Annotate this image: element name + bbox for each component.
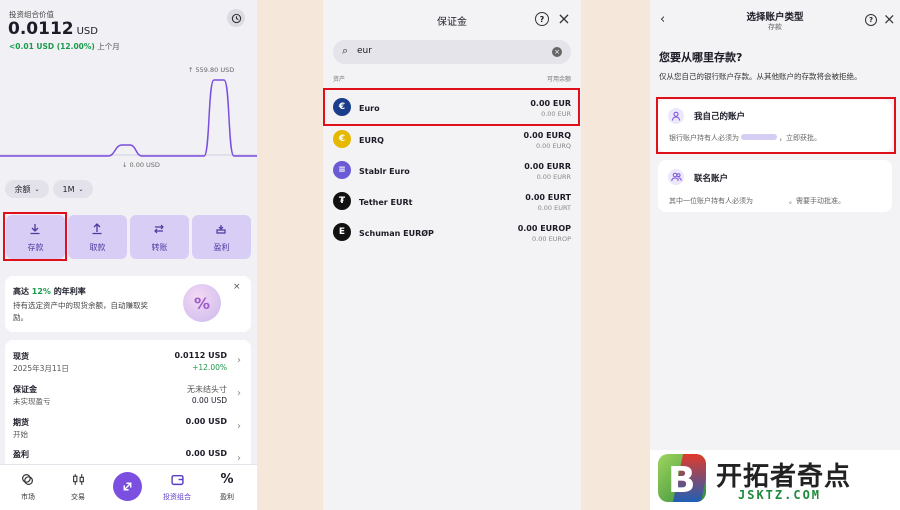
asset-row[interactable]: € EURQ 0.00 EURQ 0.00 EURQ <box>323 124 581 155</box>
balance-row-value: 0.00 USD <box>185 449 227 458</box>
asset-value: 0.00 EURQ <box>523 131 571 140</box>
asset-row[interactable]: ₮ Tether EURt 0.00 EURT 0.00 EURT <box>323 186 581 217</box>
watermark-banner: B 开拓者奇点 JSKTZ.COM <box>650 450 900 510</box>
currency-coin-icon: ≡ <box>333 161 351 179</box>
balance-row-change: 0.00 USD <box>191 396 227 405</box>
nav-portfolio[interactable]: 投资组合 <box>157 492 197 502</box>
currency-coin-icon: € <box>333 130 351 148</box>
account-panel: ‹ 选择账户类型 存款 ? × 您要从哪里存款? 仅从您自己的银行账户存款。从其… <box>650 0 900 510</box>
nav-market[interactable]: 市场 <box>8 492 48 502</box>
account-subtitle: 存款 <box>768 23 782 31</box>
asset-value: 0.00 EURT <box>525 193 571 202</box>
search-value: eur <box>357 46 372 56</box>
balance-row[interactable]: 期货 开始 0.00 USD › <box>5 416 251 446</box>
chevron-down-icon: ⌄ <box>34 185 40 193</box>
balance-row-name: 盈利 <box>13 450 29 459</box>
balance-row-sub: 未实现盈亏 <box>13 397 51 406</box>
history-icon[interactable] <box>227 9 245 27</box>
margin-panel: 保证金 ? × ⌕ eur × 资产 可用余额 € Euro 0.00 EUR … <box>323 0 581 510</box>
search-icon: ⌕ <box>342 44 349 57</box>
chevron-right-icon: › <box>237 355 241 366</box>
asset-name: Schuman EURØP <box>359 229 434 238</box>
percent-badge-icon: % <box>183 284 221 322</box>
balance-row-name: 保证金 <box>13 385 37 394</box>
balance-row-value: 0.00 USD <box>185 417 227 426</box>
chevron-right-icon: › <box>237 421 241 432</box>
portfolio-value: 0.0112 USD <box>8 19 98 39</box>
col-available: 可用余额 <box>546 76 571 83</box>
watermark-url: JSKTZ.COM <box>738 488 822 502</box>
balance-row-change: +12.00% <box>192 363 227 372</box>
swap-fab-icon[interactable] <box>113 472 142 501</box>
earn-icon <box>216 225 226 234</box>
balance-row-name: 期货 <box>13 418 29 427</box>
withdraw-button[interactable]: 取款 <box>68 215 127 259</box>
chevron-right-icon: › <box>237 453 241 464</box>
asset-sub: 0.00 EURQ <box>535 142 571 150</box>
chart-min-label: ↓ 0.00 USD <box>122 161 160 169</box>
portfolio-panel: 投资组合价值 0.0112 USD <0.01 USD (12.00%) 上个月 … <box>0 0 257 510</box>
account-heading: 您要从哪里存款? <box>659 51 743 64</box>
percent-icon[interactable]: % <box>220 472 234 487</box>
currency-coin-icon: ₮ <box>333 192 351 210</box>
promo-body: 持有选定资产中的现货余额，自动赚取奖 励。 <box>13 301 148 322</box>
joint-account-title: 联名账户 <box>694 174 729 184</box>
asset-value: 0.00 EURR <box>524 162 571 171</box>
asset-name: Stablr Euro <box>359 167 410 176</box>
portfolio-icon[interactable] <box>170 472 184 486</box>
balance-row-sub: 2025年3月11日 <box>13 364 69 373</box>
asset-row[interactable]: ≡ Stablr Euro 0.00 EURR 0.00 EURR <box>323 155 581 186</box>
close-icon[interactable]: × <box>233 282 241 292</box>
jsktz-logo: B <box>658 454 706 502</box>
help-icon[interactable]: ? <box>535 12 549 26</box>
chevron-right-icon: › <box>237 388 241 399</box>
joint-account-option[interactable]: 联名账户 其中一位账户持有人必须为 。需要手动批准。 <box>658 160 892 212</box>
balance-row-value: 无未结头寸 <box>187 385 227 394</box>
joint-account-body: 其中一位账户持有人必须为 。需要手动批准。 <box>669 197 845 205</box>
upload-icon <box>92 223 102 235</box>
portfolio-change: <0.01 USD (12.00%) 上个月 <box>9 42 120 51</box>
range-filter[interactable]: 1M ⌄ <box>53 180 93 198</box>
account-title: 选择账户类型 <box>746 12 804 23</box>
balance-row[interactable]: 保证金 未实现盈亏 无未结头寸 0.00 USD › <box>5 383 251 413</box>
balance-row-value: 0.0112 USD <box>174 351 227 360</box>
balance-row-name: 现货 <box>13 352 29 361</box>
own-account-highlight <box>656 97 896 154</box>
currency-coin-icon: E <box>333 223 351 241</box>
asset-name: EURQ <box>359 136 384 145</box>
asset-sub: 0.00 EURT <box>537 204 571 212</box>
asset-sub: 0.00 EUROP <box>532 235 571 243</box>
account-desc: 仅从您自己的银行账户存款。从其他账户的存款将会被拒绝。 <box>659 72 862 81</box>
promo-card[interactable]: 高达 12% 的年利率 持有选定资产中的现货余额，自动赚取奖 励。 % × <box>5 276 251 332</box>
transfer-button[interactable]: 转账 <box>130 215 189 259</box>
balance-filter[interactable]: 余额 ⌄ <box>5 180 49 198</box>
col-asset: 资产 <box>333 76 346 83</box>
trade-icon[interactable] <box>71 472 85 486</box>
asset-name: Tether EURt <box>359 198 413 207</box>
euro-highlight <box>323 88 580 126</box>
portfolio-chart <box>0 79 257 157</box>
chevron-down-icon: ⌄ <box>78 185 84 193</box>
chart-max-label: ↑ 559.80 USD <box>188 66 235 74</box>
nav-earn[interactable]: 盈利 <box>207 492 247 502</box>
asset-value: 0.00 EUROP <box>517 224 571 233</box>
asset-row[interactable]: E Schuman EURØP 0.00 EUROP 0.00 EUROP <box>323 217 581 248</box>
asset-sub: 0.00 EURR <box>536 173 571 181</box>
search-input[interactable]: ⌕ eur × <box>333 40 571 64</box>
deposit-highlight <box>3 212 67 261</box>
nav-trade[interactable]: 交易 <box>58 492 98 502</box>
transfer-icon <box>154 224 164 234</box>
promo-title: 高达 12% 的年利率 <box>13 287 86 296</box>
clear-icon[interactable]: × <box>552 47 562 57</box>
close-icon[interactable]: × <box>883 10 896 28</box>
market-icon[interactable] <box>20 472 34 486</box>
help-icon[interactable]: ? <box>865 14 877 26</box>
earn-button[interactable]: 盈利 <box>192 215 251 259</box>
close-icon[interactable]: × <box>557 9 571 28</box>
users-icon <box>668 169 684 185</box>
balance-row[interactable]: 现货 2025年3月11日 0.0112 USD +12.00% › <box>5 350 251 380</box>
balance-row-sub: 开始 <box>13 430 28 439</box>
